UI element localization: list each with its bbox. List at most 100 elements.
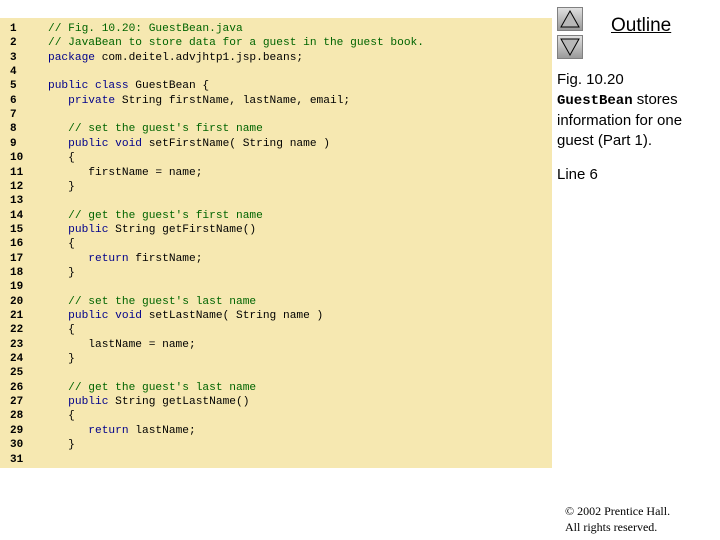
code-text: package com.deitel.advjhtp1.jsp.beans; [48,51,303,65]
code-line: 22 { [0,323,552,337]
code-token: lastName = name; [48,338,196,351]
code-text: public String getFirstName() [48,223,256,237]
code-token: com.deitel.advjhtp1.jsp.beans; [95,51,304,64]
code-token: String getLastName() [108,396,250,409]
line-number: 18 [10,266,24,279]
code-text: { [48,237,75,251]
code-token: firstName = name; [48,166,203,179]
triangle-up-icon [560,10,580,28]
code-line: 27 public String getLastName() [0,395,552,409]
code-token: GuestBean { [128,80,210,93]
code-text: firstName = name; [48,166,202,180]
line-number: 30 [10,439,24,452]
outline-link[interactable]: Outline [611,15,671,37]
code-line: 10 { [0,151,552,165]
line-number: 13 [10,195,24,208]
code-token: // set the guest's last name [48,295,257,308]
code-text: } [48,266,75,280]
code-line: 25 [0,366,552,380]
code-line: 12 } [0,180,552,194]
line-number: 8 [10,123,17,136]
code-text: // set the guest's first name [48,122,263,136]
code-token: } [48,353,75,366]
code-token: // get the guest's first name [48,209,263,222]
code-text: public String getLastName() [48,395,249,409]
line-number: 1 [10,23,17,35]
code-token: } [48,266,75,279]
code-line: 20 // set the guest's last name [0,295,552,309]
previous-slide-button[interactable] [557,7,583,31]
code-text: private String firstName, lastName, emai… [48,94,350,108]
copyright-line-2: All rights reserved. [565,520,658,534]
code-line: 7 [0,108,552,122]
line-number: 4 [10,66,17,79]
line-number: 14 [10,209,24,222]
code-line: 9 public void setFirstName( String name … [0,137,552,151]
code-line: 23 lastName = name; [0,338,552,352]
code-text: return firstName; [48,252,202,266]
code-line: 19 [0,280,552,294]
code-line: 5 public class GuestBean { [0,79,552,93]
code-token: return [48,424,129,437]
code-text: return lastName; [48,424,196,438]
code-text: { [48,323,75,337]
code-line: 30 } [0,438,552,452]
code-text: { [48,409,75,423]
code-token: { [48,238,75,251]
code-token: public [48,223,109,236]
line-number: 5 [10,80,17,93]
code-line: 6 private String firstName, lastName, em… [0,94,552,108]
code-token: } [48,439,75,452]
line-number: 23 [10,338,24,351]
line-reference: Line 6 [557,166,598,183]
code-text: public void setFirstName( String name ) [48,137,330,151]
code-line: 24 } [0,352,552,366]
code-token: String firstName, lastName, email; [115,94,351,107]
code-token: // JavaBean to store data for a guest in… [48,37,424,50]
line-number: 7 [10,109,17,122]
line-number: 24 [10,353,24,366]
code-line: 14 // get the guest's first name [0,209,552,223]
line-number: 11 [10,166,24,179]
code-line: 3 package com.deitel.advjhtp1.jsp.beans; [0,51,552,65]
code-token: lastName; [128,424,196,437]
code-line: 17 return firstName; [0,252,552,266]
code-text: // Fig. 10.20: GuestBean.java [48,22,243,36]
code-token: private [48,94,116,107]
code-token: { [48,152,75,165]
code-token: return [48,252,129,265]
code-line: 21 public void setLastName( String name … [0,309,552,323]
line-number: 6 [10,94,17,107]
code-token: String getFirstName() [108,223,257,236]
code-token: // get the guest's last name [48,381,257,394]
code-token: } [48,180,75,193]
copyright-line-1: © 2002 Prentice Hall. [565,504,671,518]
code-line: 8 // set the guest's first name [0,122,552,136]
code-token: setLastName( String name ) [142,310,324,322]
code-line: 29 return lastName; [0,424,552,438]
code-line: 1 // Fig. 10.20: GuestBean.java [0,22,552,36]
code-text: } [48,352,75,366]
code-token: public [48,396,109,409]
line-number: 12 [10,180,24,193]
code-token: public void [48,137,142,150]
code-line: 16 { [0,237,552,251]
line-number: 19 [10,281,24,294]
code-text: // set the guest's last name [48,295,256,309]
code-text: // get the guest's last name [48,381,256,395]
code-line: 31 [0,453,552,467]
code-line: 18 } [0,266,552,280]
line-number: 16 [10,238,24,251]
code-line: 26 // get the guest's last name [0,381,552,395]
line-number: 27 [10,396,24,409]
line-number: 31 [10,453,24,466]
code-line: 4 [0,65,552,79]
code-text: { [48,151,75,165]
line-number: 2 [10,37,17,50]
code-token: public void [48,310,142,322]
class-name: GuestBean [557,93,633,109]
next-slide-button[interactable] [557,35,583,59]
code-token: { [48,324,75,337]
code-line: 15 public String getFirstName() [0,223,552,237]
code-token: setFirstName( String name ) [142,137,330,150]
